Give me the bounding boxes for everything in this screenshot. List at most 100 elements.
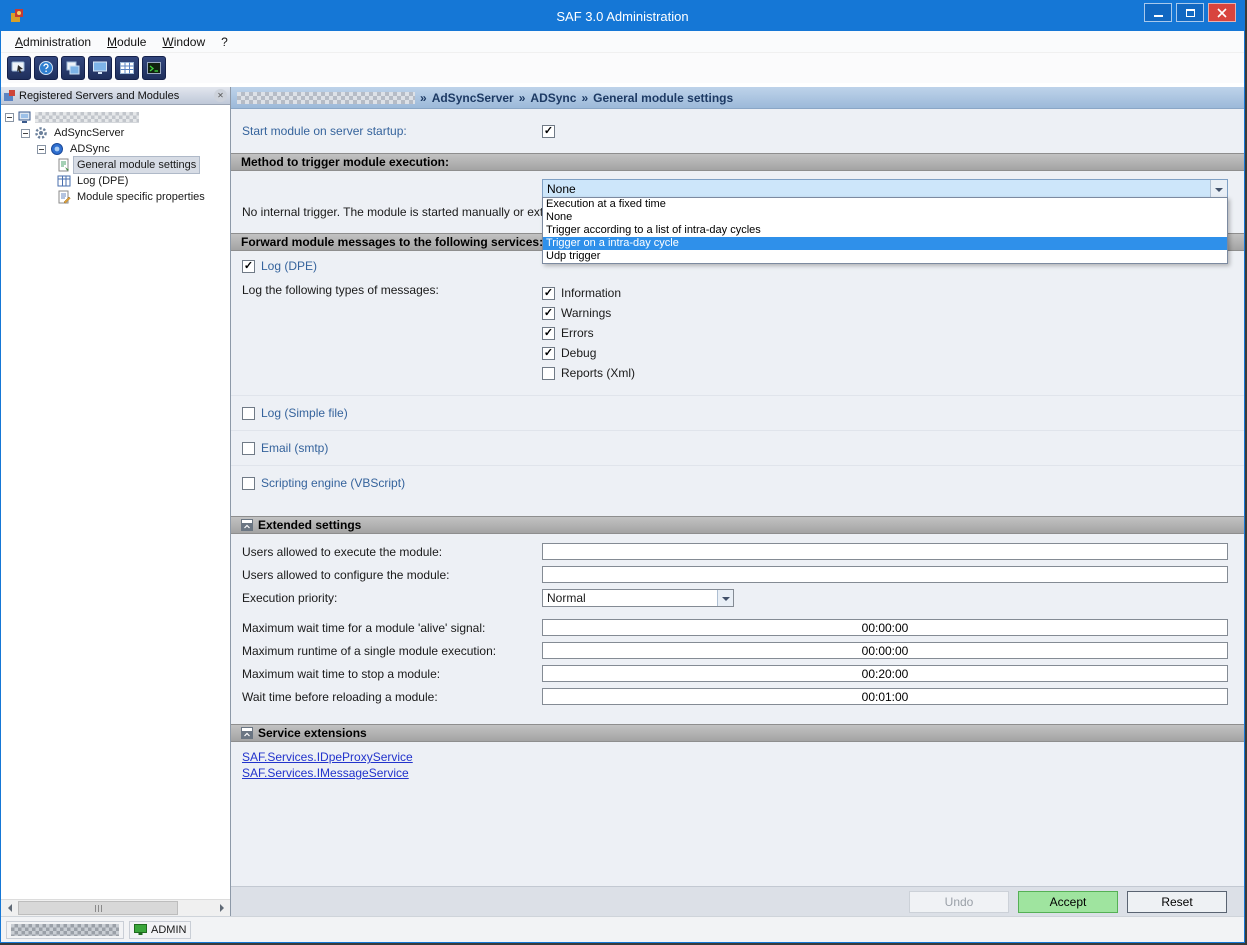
close-button[interactable]	[1208, 3, 1236, 22]
errors-checkbox[interactable]	[542, 327, 555, 340]
tree-label-selected: General module settings	[74, 157, 199, 173]
monitor-button[interactable]	[88, 56, 112, 80]
menu-help[interactable]: ?	[213, 32, 236, 52]
tree-label: ADSync	[67, 141, 113, 157]
forward-section-title: Forward module messages to the following…	[241, 235, 543, 249]
section-collapse-icon[interactable]	[241, 519, 253, 531]
new-connection-icon	[11, 60, 27, 76]
combobox-dropdown-button[interactable]	[1210, 180, 1227, 197]
menu-window[interactable]: Window	[154, 32, 213, 52]
help-icon	[38, 60, 54, 76]
log-type-warnings: Warnings	[542, 303, 635, 323]
errors-label: Errors	[561, 326, 594, 340]
field-users-execute: Users allowed to execute the module:	[231, 540, 1244, 563]
console-button[interactable]	[142, 56, 166, 80]
collapse-expander-icon[interactable]	[21, 129, 30, 138]
breadcrumb-adsyncserver: AdSyncServer	[432, 91, 514, 105]
breadcrumb: » AdSyncServer » ADSync » General module…	[231, 87, 1244, 109]
collapse-expander-icon[interactable]	[5, 113, 14, 122]
accept-button[interactable]: Accept	[1018, 891, 1118, 913]
minimize-icon	[1154, 15, 1163, 17]
sidebar-close-icon[interactable]	[214, 89, 227, 102]
service-extensions-header: Service extensions	[231, 724, 1244, 742]
tree-item-general-module-settings[interactable]: General module settings	[1, 157, 230, 173]
trigger-row: No internal trigger. The module is start…	[231, 171, 1244, 233]
reload-wait-input[interactable]	[542, 688, 1228, 705]
startup-checkbox[interactable]	[542, 125, 555, 138]
tree-node-server[interactable]	[1, 109, 230, 125]
breadcrumb-adsync: ADSync	[530, 91, 576, 105]
breadcrumb-page: General module settings	[593, 91, 733, 105]
startup-label: Start module on server startup:	[242, 124, 542, 138]
maximize-button[interactable]	[1176, 3, 1204, 22]
max-runtime-input[interactable]	[542, 642, 1228, 659]
action-bar: Undo Accept Reset	[231, 886, 1244, 916]
app-window: SAF 3.0 Administration Administration Mo…	[0, 0, 1245, 943]
execution-priority-select[interactable]: Normal	[542, 589, 734, 607]
admin-monitor-icon	[134, 923, 147, 936]
scroll-right-arrow[interactable]	[213, 900, 230, 916]
max-stop-wait-input[interactable]	[542, 665, 1228, 682]
grip-mark	[101, 905, 102, 912]
log-simple-file-label: Log (Simple file)	[261, 406, 348, 420]
alive-signal-input[interactable]	[542, 619, 1228, 636]
information-checkbox[interactable]	[542, 287, 555, 300]
reset-button[interactable]: Reset	[1127, 891, 1227, 913]
tree-node-adsync[interactable]: ADSync	[1, 141, 230, 157]
tree-item-log-dpe[interactable]: Log (DPE)	[1, 173, 230, 189]
log-simple-file-checkbox[interactable]	[242, 407, 255, 420]
trigger-combobox[interactable]: None	[542, 179, 1228, 198]
grid-icon	[119, 60, 135, 76]
service-scripting-engine-row: Scripting engine (VBScript)	[231, 465, 1244, 500]
cascade-windows-button[interactable]	[61, 56, 85, 80]
log-dpe-label: Log (DPE)	[261, 259, 317, 273]
scripting-engine-checkbox[interactable]	[242, 477, 255, 490]
log-dpe-checkbox[interactable]	[242, 260, 255, 273]
field-alive-signal: Maximum wait time for a module 'alive' s…	[231, 616, 1244, 639]
servers-panel-icon	[4, 90, 16, 102]
sidebar: Registered Servers and Modules	[1, 87, 231, 916]
debug-checkbox[interactable]	[542, 347, 555, 360]
log-table-icon	[57, 174, 71, 188]
alive-signal-label: Maximum wait time for a module 'alive' s…	[242, 621, 542, 635]
dropdown-option[interactable]: Execution at a fixed time	[543, 198, 1227, 211]
scrollbar-thumb[interactable]	[18, 901, 178, 915]
tree-node-adsyncserver[interactable]: AdSyncServer	[1, 125, 230, 141]
help-button[interactable]	[34, 56, 58, 80]
menu-administration[interactable]: Administration	[7, 32, 99, 52]
redacted-server-name	[35, 112, 139, 123]
close-icon	[1217, 8, 1227, 18]
tree-item-module-specific-properties[interactable]: Module specific properties	[1, 189, 230, 205]
link-idpeproxyservice[interactable]: SAF.Services.IDpeProxyService	[242, 750, 413, 764]
undo-button[interactable]: Undo	[909, 891, 1009, 913]
window-title: SAF 3.0 Administration	[1, 9, 1244, 24]
grid-button[interactable]	[115, 56, 139, 80]
section-collapse-icon[interactable]	[241, 727, 253, 739]
minimize-button[interactable]	[1144, 3, 1172, 22]
warnings-checkbox[interactable]	[542, 307, 555, 320]
collapse-expander-icon[interactable]	[37, 145, 46, 154]
scrollbar-track[interactable]	[18, 900, 213, 916]
dropdown-option[interactable]: Udp trigger	[543, 250, 1227, 263]
body: Registered Servers and Modules	[1, 83, 1244, 916]
field-users-configure: Users allowed to configure the module:	[231, 563, 1244, 586]
scroll-left-arrow[interactable]	[1, 900, 18, 916]
dropdown-option-highlighted[interactable]: Trigger on a intra-day cycle	[543, 237, 1227, 250]
field-reload-wait: Wait time before reloading a module:	[231, 685, 1244, 708]
dropdown-option[interactable]: Trigger according to a list of intra-day…	[543, 224, 1227, 237]
scripting-engine-label: Scripting engine (VBScript)	[261, 476, 405, 490]
extended-settings-title: Extended settings	[258, 518, 361, 532]
left-arrow-icon	[8, 904, 12, 912]
log-types-block: Log the following types of messages: Inf…	[231, 281, 1244, 395]
email-smtp-checkbox[interactable]	[242, 442, 255, 455]
breadcrumb-separator: »	[420, 91, 427, 105]
menu-module[interactable]: Module	[99, 32, 154, 52]
link-imessageservice[interactable]: SAF.Services.IMessageService	[242, 766, 409, 780]
users-execute-input[interactable]	[542, 543, 1228, 560]
reports-xml-checkbox[interactable]	[542, 367, 555, 380]
new-connection-button[interactable]	[7, 56, 31, 80]
grip-mark	[98, 905, 99, 912]
dropdown-option[interactable]: None	[543, 211, 1227, 224]
log-type-errors: Errors	[542, 323, 635, 343]
users-configure-input[interactable]	[542, 566, 1228, 583]
